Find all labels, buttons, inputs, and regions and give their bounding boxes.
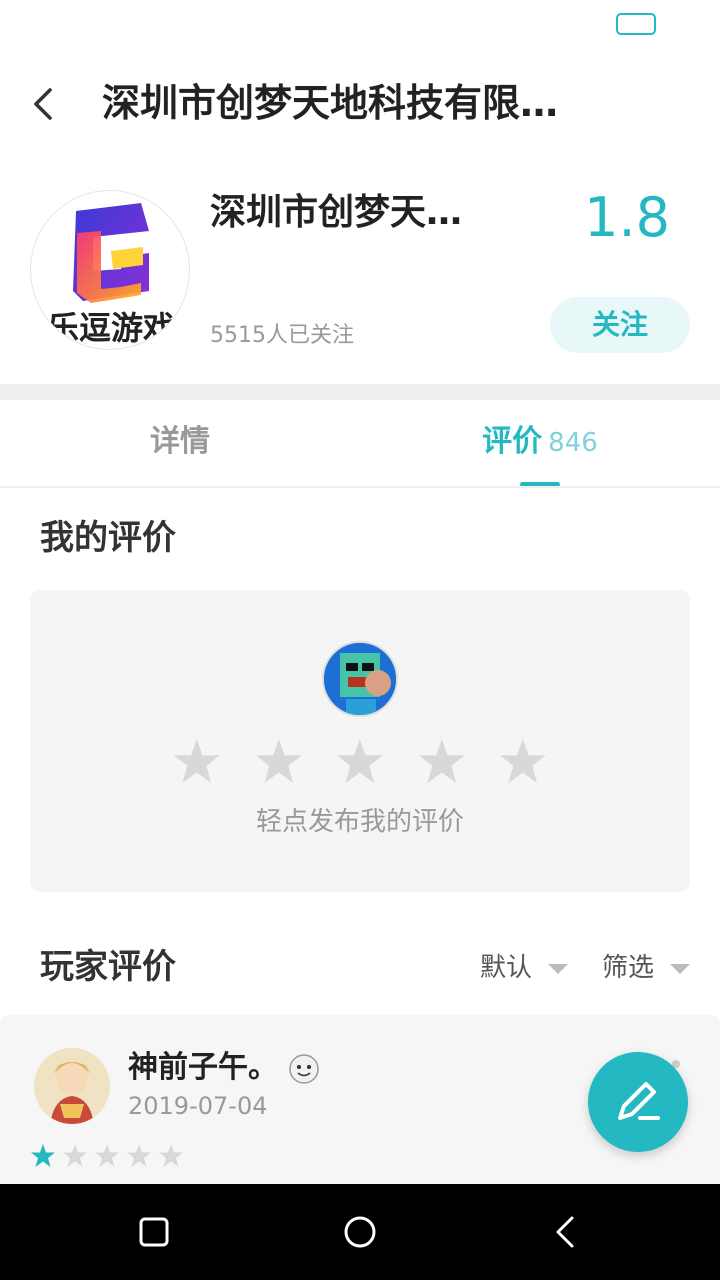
sort-label: 默认 (480, 953, 533, 983)
star-icon (127, 1144, 151, 1167)
star-filled-icon (31, 1144, 55, 1167)
star-icon (63, 1144, 87, 1167)
page-title: 深圳市创梦天地科技有限… (102, 81, 559, 125)
developer-name: 深圳市创梦天… (210, 192, 463, 233)
review-rating-stars (30, 1143, 190, 1171)
back-button[interactable] (20, 80, 68, 128)
system-back-button[interactable] (544, 1210, 588, 1254)
my-avatar (322, 641, 398, 717)
my-rating-stars[interactable] (172, 736, 548, 790)
section-divider (0, 384, 720, 400)
post-review-hint[interactable]: 轻点发布我的评价 (200, 802, 520, 842)
svg-text:乐逗游戏: 乐逗游戏 (47, 309, 175, 347)
tab-divider (0, 486, 720, 488)
star-icon[interactable] (417, 736, 467, 788)
tab-details[interactable]: 详情 (110, 410, 250, 474)
star-icon (159, 1144, 183, 1167)
triangle-back-icon (556, 1216, 574, 1248)
follow-button[interactable]: 关注 (550, 297, 690, 353)
follower-count: 5515人已关注 (210, 323, 354, 348)
square-icon (139, 1217, 169, 1247)
home-button[interactable] (338, 1210, 382, 1254)
filter-label: 筛选 (602, 953, 655, 983)
sort-dropdown[interactable]: 默认 (480, 948, 580, 988)
tab-reviews[interactable]: 评价 846 (440, 410, 640, 474)
reviewer-badge-icon (288, 1053, 320, 1085)
chevron-left-icon (34, 88, 52, 120)
tab-reviews-count: 846 (548, 428, 598, 458)
circle-icon (344, 1216, 376, 1248)
reviewer-avatar[interactable] (34, 1048, 110, 1124)
developer-logo: 乐逗游戏 (30, 190, 190, 350)
battery-icon (616, 13, 656, 35)
star-icon[interactable] (498, 736, 548, 788)
my-review-title: 我的评价 (40, 518, 176, 558)
filter-dropdown[interactable]: 筛选 (602, 948, 702, 988)
review-date: 2019-07-04 (128, 1092, 268, 1120)
star-icon[interactable] (254, 736, 304, 788)
star-icon (95, 1144, 119, 1167)
star-icon[interactable] (172, 736, 222, 788)
player-reviews-title: 玩家评价 (40, 947, 176, 987)
developer-rating: 1.8 (584, 186, 670, 249)
write-review-button[interactable] (588, 1052, 688, 1152)
tab-details-label: 详情 (150, 424, 210, 459)
caret-down-icon (670, 963, 691, 974)
star-icon[interactable] (335, 736, 385, 788)
status-bar (0, 0, 720, 50)
caret-down-icon (548, 963, 569, 974)
recent-apps-button[interactable] (132, 1210, 176, 1254)
pen-icon (618, 1082, 660, 1120)
tab-reviews-label: 评价 (482, 424, 543, 459)
